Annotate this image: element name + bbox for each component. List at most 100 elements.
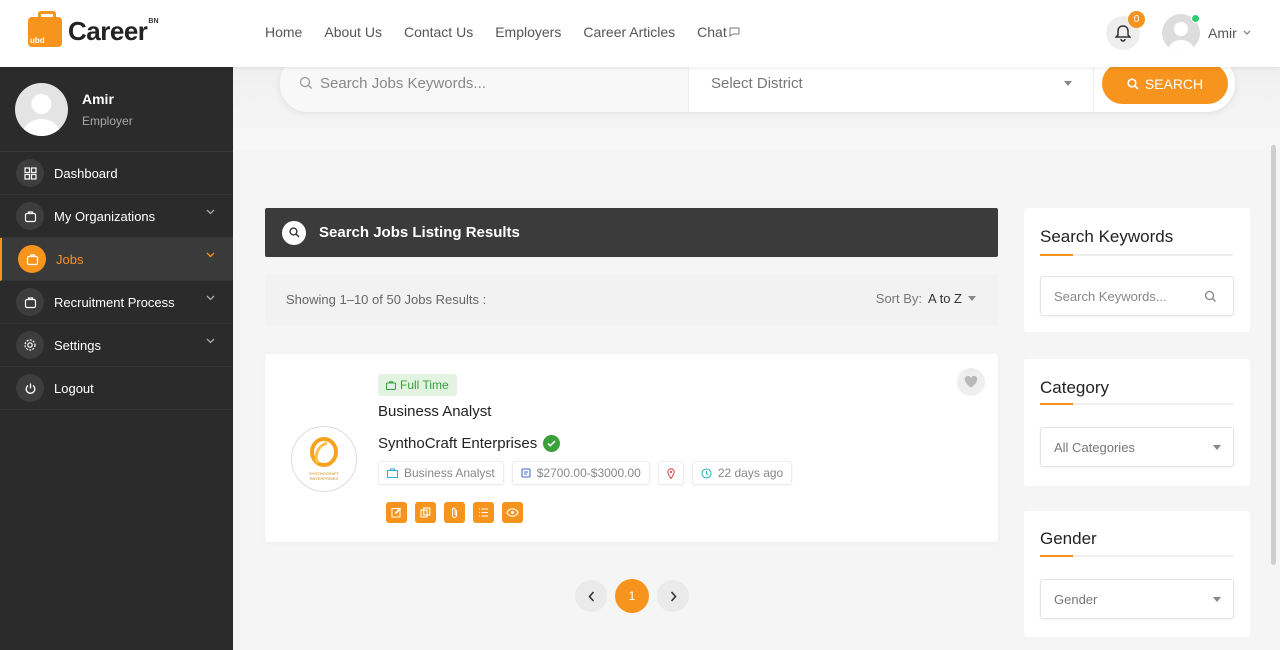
keywords-widget-title: Search Keywords — [1040, 227, 1174, 246]
keywords-widget: Search Keywords — [1024, 208, 1250, 332]
edit-icon[interactable] — [386, 502, 407, 523]
attachment-icon[interactable] — [444, 502, 465, 523]
sort-value: A to Z — [928, 291, 962, 306]
sidebar-item-my-organizations[interactable]: My Organizations — [0, 195, 233, 238]
job-salary-chip: $2700.00-$3000.00 — [511, 461, 650, 485]
category-widget: Category All Categories — [1024, 359, 1250, 486]
sort-select[interactable]: Sort By: A to Z — [876, 291, 976, 306]
money-icon — [521, 468, 531, 478]
category-select-value: All Categories — [1054, 439, 1135, 455]
company-logo[interactable]: SYNTHOCRAFT ENTERPRISES — [291, 426, 357, 492]
sidebar-item-label: Jobs — [56, 251, 84, 267]
bell-icon — [1115, 24, 1131, 42]
job-type-label: Full Time — [400, 378, 449, 392]
user-menu-name: Amir — [1208, 25, 1237, 41]
logo-bag-label: ubd — [30, 35, 45, 45]
sidebar-item-recruitment-process[interactable]: Recruitment Process — [0, 281, 233, 324]
job-title[interactable]: Business Analyst — [378, 403, 491, 420]
results-count-bar: Showing 1–10 of 50 Jobs Results : Sort B… — [265, 275, 998, 325]
sidebar-item-label: Recruitment Process — [54, 294, 175, 310]
job-posted: 22 days ago — [717, 466, 784, 480]
results-count: Showing 1–10 of 50 Jobs Results : — [286, 292, 487, 307]
search-icon — [282, 220, 306, 245]
briefcase-icon — [16, 202, 44, 230]
job-meta: Business Analyst $2700.00-$3000.00 22 da… — [378, 461, 793, 485]
copy-icon[interactable] — [415, 502, 436, 523]
caret-down-icon — [968, 296, 976, 301]
category-widget-underline — [1040, 403, 1233, 405]
category-select[interactable]: All Categories — [1040, 427, 1234, 467]
results-header: Search Jobs Listing Results — [265, 208, 998, 257]
company-name[interactable]: SynthoCraft Enterprises — [378, 435, 561, 452]
search-icon — [299, 76, 312, 89]
job-salary: $2700.00-$3000.00 — [536, 466, 641, 480]
page-button-current[interactable]: 1 — [615, 579, 649, 613]
profile-name: Amir — [82, 91, 114, 107]
sidebar-item-jobs[interactable]: Jobs — [0, 238, 233, 281]
sidebar-item-logout[interactable]: Logout — [0, 367, 233, 410]
building-icon — [387, 468, 398, 478]
chevron-down-icon — [206, 209, 215, 215]
keywords-widget-underline — [1040, 254, 1233, 256]
company-logo-caption: SYNTHOCRAFT ENTERPRISES — [309, 471, 339, 481]
job-posted-chip: 22 days ago — [691, 461, 793, 485]
power-icon — [16, 374, 44, 402]
gender-select[interactable]: Gender — [1040, 579, 1234, 619]
gender-widget-title: Gender — [1040, 529, 1097, 548]
gender-select-value: Gender — [1054, 591, 1098, 607]
company-name-label: SynthoCraft Enterprises — [378, 435, 538, 452]
sidebar-item-label: Dashboard — [54, 165, 118, 181]
profile-role: Employer — [82, 114, 133, 128]
nav-employers[interactable]: Employers — [495, 24, 561, 40]
job-category-chip: Business Analyst — [378, 461, 504, 485]
nav-contact-us[interactable]: Contact Us — [404, 24, 473, 40]
nav-about-us[interactable]: About Us — [324, 24, 382, 40]
chevron-down-icon — [206, 295, 215, 301]
clock-icon — [701, 467, 712, 479]
avatar — [15, 83, 68, 136]
nav-home[interactable]: Home — [265, 24, 302, 40]
category-widget-title: Category — [1040, 378, 1109, 397]
sort-label: Sort By: — [875, 291, 923, 306]
sidebar-item-label: Settings — [54, 337, 101, 353]
keywords-search-field[interactable] — [1040, 276, 1234, 316]
list-icon[interactable] — [473, 502, 494, 523]
job-card[interactable]: SYNTHOCRAFT ENTERPRISES Full Time Busine… — [265, 354, 998, 542]
chevron-right-icon — [670, 590, 677, 602]
eye-icon[interactable] — [502, 502, 523, 523]
sidebar-item-label: My Organizations — [54, 208, 156, 224]
page-scrollbar[interactable] — [1271, 145, 1276, 565]
search-input[interactable] — [320, 75, 660, 92]
search-button[interactable]: SEARCH — [1102, 63, 1228, 104]
online-status-dot — [1191, 14, 1200, 23]
briefcase-icon — [18, 245, 46, 273]
user-menu[interactable]: Amir — [1208, 25, 1251, 41]
prev-page-button[interactable] — [575, 580, 607, 612]
briefcase-icon — [16, 288, 44, 316]
job-type-badge: Full Time — [378, 374, 457, 396]
sidebar-item-settings[interactable]: Settings — [0, 324, 233, 367]
nav-chat-label: Chat — [697, 24, 727, 40]
dashboard-icon — [16, 159, 44, 187]
job-location-chip — [657, 461, 684, 485]
search-icon — [1204, 290, 1216, 302]
notifications-button[interactable]: 0 — [1106, 11, 1145, 50]
briefcase-icon — [386, 380, 396, 390]
search-icon — [1127, 77, 1139, 90]
nav-chat[interactable]: Chat — [697, 24, 740, 40]
chevron-left-icon — [587, 590, 594, 602]
search-button-label: SEARCH — [1144, 75, 1204, 92]
district-select-value: Select District — [711, 75, 803, 92]
briefcase-logo-icon: ubd — [28, 10, 62, 47]
sidebar-item-dashboard[interactable]: Dashboard — [0, 152, 233, 195]
job-category: Business Analyst — [404, 466, 495, 480]
brand-logo[interactable]: ubd Career BN — [28, 10, 159, 47]
gender-widget-underline — [1040, 555, 1233, 557]
nav-career-articles[interactable]: Career Articles — [583, 24, 675, 40]
keywords-search-input[interactable] — [1054, 288, 1204, 304]
chat-bubble-icon — [729, 27, 740, 37]
sidebar-item-label: Logout — [54, 380, 94, 396]
next-page-button[interactable] — [657, 580, 689, 612]
favorite-heart-icon[interactable] — [957, 368, 985, 396]
main-nav: Home About Us Contact Us Employers Caree… — [265, 24, 740, 40]
